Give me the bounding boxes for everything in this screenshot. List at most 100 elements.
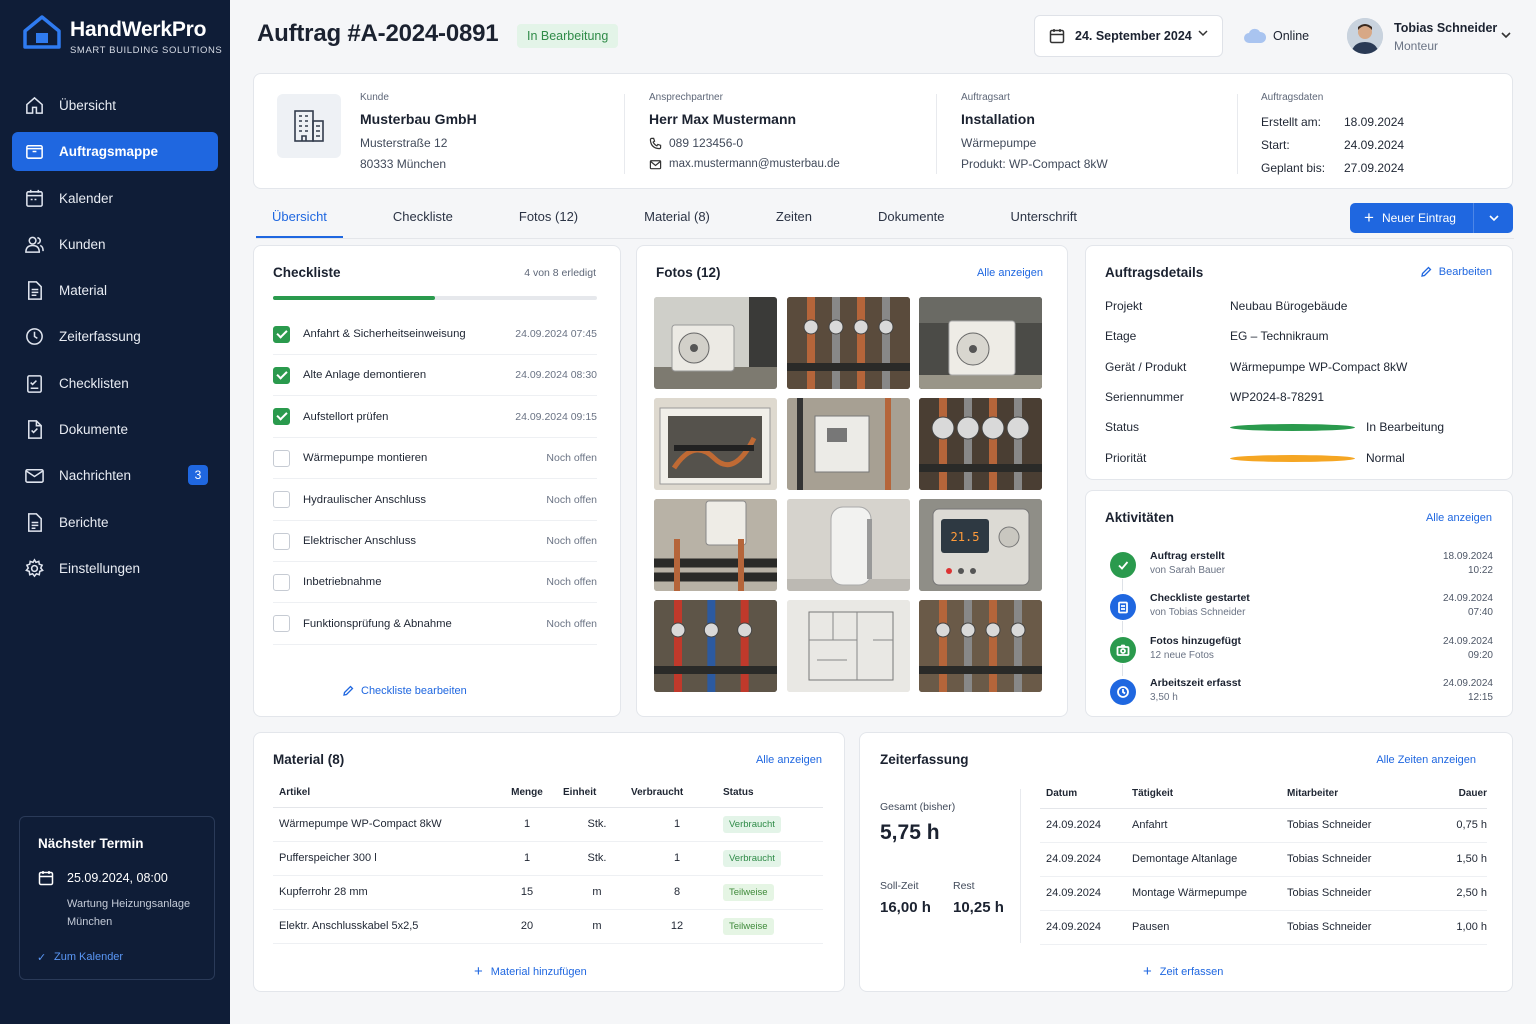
photo-thumbnail[interactable] [786, 297, 910, 389]
table-cell: Montage Wärmepumpe [1132, 876, 1287, 911]
status-badge: In Bearbeitung [517, 24, 619, 48]
details-edit-link[interactable]: Bearbeiten [1420, 266, 1492, 278]
sidebar-item-einstellungen[interactable]: Einstellungen [12, 549, 218, 588]
table-row[interactable]: Pufferspeicher 300 l 1 Stk. 1 Verbraucht [273, 841, 823, 876]
calendar-icon [26, 189, 43, 207]
photo-thumbnail[interactable]: 21.5 [919, 499, 1042, 591]
tab-übersicht[interactable]: Übersicht [256, 206, 343, 238]
contact-mail-value: max.mustermann@musterbau.de [669, 158, 840, 170]
to-calendar-link[interactable]: Zum Kalender [37, 951, 123, 964]
sidebar-item-bersicht[interactable]: Übersicht [12, 86, 218, 125]
checklist-item-status: 24.09.2024 08:30 [515, 369, 597, 382]
order-date-row: Start: 24.09.2024 [1261, 134, 1404, 157]
activity-date: 24.09.2024 [1442, 593, 1493, 605]
online-status: Online [1243, 27, 1309, 45]
table-row[interactable]: Wärmepumpe WP-Compact 8kW 1 Stk. 1 Verbrauch… [273, 807, 823, 842]
order-details-card: Auftragsdetails Bearbeiten Projekt Neubau… [1085, 245, 1513, 480]
photo-thumbnail[interactable] [786, 398, 910, 490]
detail-value: Neubau Bürogebäude [1230, 299, 1348, 313]
column-header: Dauer [1427, 780, 1487, 809]
detail-key: Etage [1105, 329, 1137, 344]
checkbox[interactable] [273, 408, 290, 426]
photo-thumbnail[interactable] [654, 297, 777, 389]
folder-icon [26, 145, 43, 160]
sidebar-item-label: Einstellungen [59, 560, 141, 576]
photo-thumbnail[interactable] [919, 600, 1042, 692]
cell-text: 2,50 h [1456, 887, 1487, 899]
column-header: Artikel [273, 779, 491, 808]
table-row[interactable]: 24.09.2024 Demontage Altanlage Tobias Schn… [1040, 842, 1487, 877]
new-entry-button[interactable]: Neuer Eintrag [1350, 203, 1513, 233]
contact-mail[interactable]: max.mustermann@musterbau.de [649, 154, 840, 175]
photo-thumbnail[interactable] [786, 600, 910, 692]
table-row[interactable]: Elektr. Anschlusskabel 5x2,5 20 m 12 Teilwei… [273, 909, 823, 944]
photo-thumbnail[interactable] [654, 398, 777, 490]
tab-checkliste[interactable]: Checkliste [377, 206, 469, 238]
detail-row: Projekt Neubau Bürogebäude [1105, 299, 1495, 313]
table-row[interactable]: Kupferrohr 28 mm 15 m 8 Teilweise [273, 875, 823, 910]
detail-value-wrap: EG – Technikraum [1230, 329, 1329, 343]
sidebar-item-kalender[interactable]: Kalender [12, 179, 218, 218]
sidebar-item-kunden[interactable]: Kunden [12, 225, 218, 264]
tab-unterschrift[interactable]: Unterschrift [995, 206, 1093, 238]
sidebar-item-berichte[interactable]: Berichte [12, 503, 218, 542]
photo-thumbnail[interactable] [786, 499, 910, 591]
brand-logo[interactable]: HandWerkPro SMART BUILDING SOLUTIONS [22, 14, 222, 56]
user-menu[interactable]: Tobias Schneider Monteur [1347, 15, 1527, 57]
checkbox[interactable] [273, 366, 290, 384]
checkbox[interactable] [273, 573, 290, 591]
detail-row: Priorität Normal [1105, 451, 1495, 465]
rest-value: 10,25 h [953, 899, 1004, 916]
contact-phone[interactable]: 089 123456-0 [649, 133, 840, 154]
checklist-item: Funktionsprüfung & Abnahme Noch offen [273, 604, 597, 645]
photo-thumbnail[interactable] [654, 499, 777, 591]
tab-zeiten[interactable]: Zeiten [760, 206, 828, 238]
add-material-link[interactable]: Material hinzufügen [474, 962, 587, 979]
new-entry-label[interactable]: Neuer Eintrag [1350, 203, 1474, 233]
checklist-item-label: Inbetriebnahme [303, 576, 382, 589]
checkbox[interactable] [273, 491, 290, 509]
new-entry-dropdown[interactable] [1474, 212, 1513, 224]
table-cell: Demontage Altanlage [1132, 842, 1287, 877]
time-show-all-link[interactable]: Alle Zeiten anzeigen [1376, 754, 1476, 766]
tab-bar: Übersicht Checkliste Fotos (12) Material (8… [256, 206, 1127, 238]
checkbox[interactable] [273, 325, 290, 343]
photos-show-all-link[interactable]: Alle anzeigen [977, 267, 1043, 279]
checkbox[interactable] [273, 449, 290, 467]
divider [1020, 789, 1021, 943]
sidebar-item-nachrichten[interactable]: Nachrichten 3 [12, 456, 218, 495]
status-dot [1230, 424, 1355, 432]
photo-thumbnail[interactable] [919, 297, 1042, 389]
checkbox[interactable] [273, 532, 290, 550]
add-time-link[interactable]: Zeit erfassen [1143, 962, 1224, 979]
tab-dokumente[interactable]: Dokumente [862, 206, 960, 238]
edit-checklist-link[interactable]: Checkliste bearbeiten [342, 685, 467, 697]
next-appointment-title: Nächster Termin [38, 836, 144, 851]
table-cell: Wärmepumpe WP-Compact 8kW [273, 807, 491, 842]
table-row[interactable]: 24.09.2024 Montage Wärmepumpe Tobias Schne… [1040, 876, 1487, 911]
contact-info: Ansprechpartner Herr Max Mustermann 089 … [649, 92, 840, 175]
activities-show-all-link[interactable]: Alle anzeigen [1426, 512, 1492, 524]
sidebar-item-dokumente[interactable]: Dokumente [12, 410, 218, 449]
photo-thumbnail[interactable] [919, 398, 1042, 490]
material-show-all-link[interactable]: Alle anzeigen [756, 754, 822, 766]
table-row[interactable]: 24.09.2024 Pausen Tobias Schneider 1,00 h [1040, 910, 1487, 945]
timeline-line [1122, 579, 1123, 591]
sidebar-item-zeiterfassung[interactable]: Zeiterfassung [12, 317, 218, 356]
tab-material[interactable]: Material (8) [628, 206, 726, 238]
tab-fotos[interactable]: Fotos (12) [503, 206, 594, 238]
photo-thumbnail[interactable] [654, 600, 777, 692]
contact-name: Herr Max Mustermann [649, 111, 797, 127]
sidebar-item-material[interactable]: Material [12, 271, 218, 310]
timeline-line [1122, 621, 1123, 634]
date-picker[interactable]: 24. September 2024 [1034, 15, 1223, 57]
sidebar-item-auftragsmappe[interactable]: Auftragsmappe [12, 132, 218, 172]
cell-text: Pufferspeicher 300 l [279, 852, 377, 864]
sidebar-item-checklisten[interactable]: Checklisten [12, 364, 218, 403]
table-row[interactable]: 24.09.2024 Anfahrt Tobias Schneider 0,75 h [1040, 808, 1487, 843]
checklist-item: Wärmepumpe montieren Noch offen [273, 438, 597, 480]
checklist-item-label: Aufstellort prüfen [303, 410, 389, 423]
checklist-item-status: 24.09.2024 07:45 [515, 328, 597, 340]
order-type-product: Produkt: WP-Compact 8kW [961, 157, 1108, 171]
checkbox[interactable] [273, 615, 290, 633]
